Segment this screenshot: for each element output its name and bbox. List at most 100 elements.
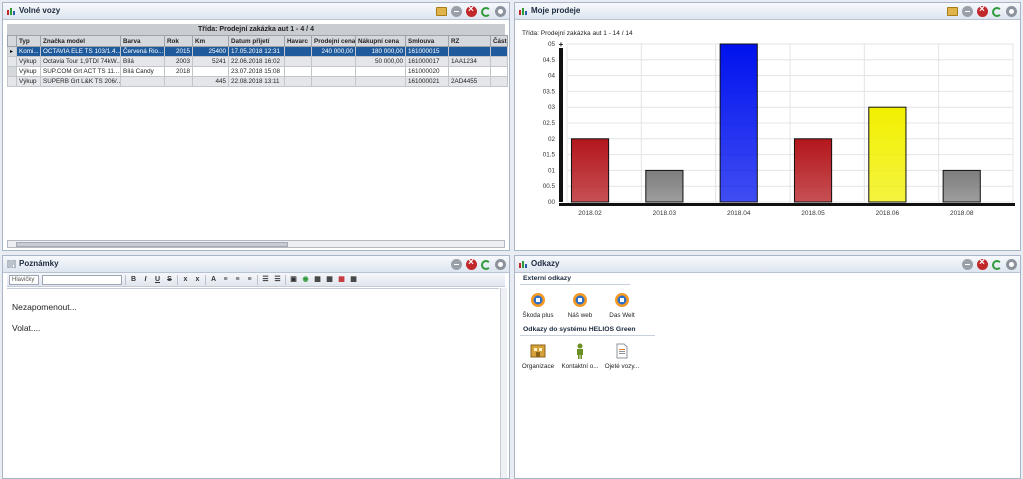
table-delete-icon[interactable]: ▦	[337, 275, 346, 284]
x-tick-label: 2018.02	[578, 210, 602, 217]
y-tick-label: 01	[548, 167, 556, 174]
font-color-icon[interactable]: A	[209, 275, 218, 284]
italic-icon[interactable]: I	[141, 275, 150, 284]
col-header[interactable]: Datum přijetí	[228, 35, 285, 47]
minimize-icon[interactable]	[962, 6, 973, 17]
y-tick-label: 00	[548, 199, 556, 206]
link-label: Kontaktní o...	[561, 363, 599, 370]
link-nas-web[interactable]: Náš web	[560, 292, 600, 319]
row-indicator	[7, 66, 17, 77]
refresh-icon[interactable]	[481, 7, 491, 17]
subscript-icon[interactable]: x	[181, 275, 190, 284]
bar	[793, 138, 833, 203]
font-select[interactable]	[42, 274, 122, 285]
col-header[interactable]: RZ	[448, 35, 491, 47]
table-cell: 1AA1234	[448, 56, 491, 67]
table-cell	[490, 56, 508, 67]
y-tick-label: 03.5	[543, 88, 556, 95]
col-header[interactable]: Smlouva	[405, 35, 449, 47]
table-cell	[490, 46, 508, 57]
horizontal-scrollbar[interactable]	[7, 240, 505, 248]
refresh-icon[interactable]	[992, 260, 1002, 270]
close-icon[interactable]	[466, 257, 477, 270]
organization-icon	[530, 344, 546, 358]
row-indicator	[7, 56, 17, 67]
y-tick-label: 00.5	[543, 183, 556, 190]
link-icon[interactable]: ◉	[301, 275, 310, 284]
select-all-header[interactable]	[7, 35, 17, 47]
link-das-welt[interactable]: Das Welt	[602, 292, 642, 319]
close-icon[interactable]	[977, 4, 988, 17]
table-icon[interactable]: ▦	[313, 275, 322, 284]
gear-icon[interactable]	[495, 6, 506, 17]
open-folder-icon[interactable]	[947, 7, 958, 16]
col-header[interactable]: Barva	[120, 35, 165, 47]
heading-select[interactable]: Hlavičky	[9, 274, 39, 285]
col-header[interactable]: Značka model	[40, 35, 121, 47]
scrollbar-thumb[interactable]	[16, 242, 288, 247]
table-insert-row-icon[interactable]: ▦	[325, 275, 334, 284]
link-kontaktni-osoby[interactable]: Kontaktní o...	[560, 343, 600, 370]
align-center-icon[interactable]: ≡	[233, 275, 242, 284]
align-right-icon[interactable]: ≡	[245, 275, 254, 284]
y-tick-label: 02.5	[543, 120, 556, 127]
underline-icon[interactable]: U	[153, 275, 162, 284]
gear-icon[interactable]	[1006, 6, 1017, 17]
col-header[interactable]: Částka	[490, 35, 508, 47]
table-cell: OCTAVIA ELE TS 103/1.4...	[40, 46, 121, 57]
note-editor[interactable]: Nezapomenout... Volat....	[7, 288, 499, 478]
refresh-icon[interactable]	[992, 7, 1002, 17]
divider	[520, 284, 630, 285]
x-axis-scrollbar	[559, 203, 1015, 206]
link-skoda-plus[interactable]: Škoda plus	[518, 292, 558, 319]
col-header[interactable]: Rok	[164, 35, 193, 47]
bold-icon[interactable]: B	[129, 275, 138, 284]
superscript-icon[interactable]: x	[193, 275, 202, 284]
open-folder-icon[interactable]	[436, 7, 447, 16]
zoom-out-icon: −	[559, 51, 564, 60]
strikethrough-icon[interactable]: S	[165, 275, 174, 284]
link-label: Náš web	[567, 312, 593, 319]
panel-volne-vozy: Volné vozy Třída: Prodejní zakázka aut 1…	[2, 2, 510, 251]
table-cell	[355, 66, 406, 77]
table-cell	[355, 76, 406, 87]
gear-icon[interactable]	[1006, 259, 1017, 270]
close-icon[interactable]	[977, 257, 988, 270]
table-row[interactable]: Výkup SUP.COM Grt ACT TS 11... Bílá Cand…	[7, 66, 508, 77]
bullet-list-icon[interactable]: ☰	[261, 275, 270, 284]
toolbar-separator	[205, 274, 206, 285]
y-tick-label: 05	[548, 41, 556, 48]
refresh-icon[interactable]	[481, 260, 491, 270]
col-header[interactable]: Nákupní cena	[355, 35, 406, 47]
zoom-in-icon: +	[559, 40, 564, 49]
close-icon[interactable]	[466, 4, 477, 17]
toolbar-separator	[125, 274, 126, 285]
col-header[interactable]: Typ	[16, 35, 41, 47]
col-header[interactable]: Havarc	[284, 35, 312, 47]
table-cell: 50 000,00	[355, 56, 406, 67]
table-cell	[490, 76, 508, 87]
image-icon[interactable]: ▣	[289, 275, 298, 284]
x-tick-label: 2018.06	[876, 210, 900, 217]
note-line: Nezapomenout...	[12, 302, 77, 312]
link-label: Škoda plus	[522, 312, 554, 319]
gear-icon[interactable]	[495, 259, 506, 270]
link-organizace[interactable]: Organizace	[518, 343, 558, 370]
minimize-icon[interactable]	[962, 259, 973, 270]
table-row[interactable]: Výkup Octavia Tour 1,9TDI 74kW... Bílá 2…	[7, 56, 508, 67]
col-header[interactable]: Km	[192, 35, 229, 47]
vertical-scrollbar[interactable]	[500, 288, 507, 478]
table-cell: Komi...	[16, 46, 41, 57]
y-tick-label: 04.5	[543, 57, 556, 64]
col-header[interactable]: Prodejní cena	[311, 35, 356, 47]
browser-icon	[531, 293, 545, 307]
table-props-icon[interactable]: ▦	[349, 275, 358, 284]
numbered-list-icon[interactable]: ☰	[273, 275, 282, 284]
link-ojete-vozy[interactable]: Ojeté vozy...	[602, 343, 642, 370]
table-row[interactable]: ▸ Komi... OCTAVIA ELE TS 103/1.4... Červ…	[7, 46, 508, 57]
minimize-icon[interactable]	[451, 259, 462, 270]
minimize-icon[interactable]	[451, 6, 462, 17]
align-left-icon[interactable]: ≡	[221, 275, 230, 284]
panel-header: Moje prodeje	[515, 3, 1020, 20]
table-row[interactable]: Výkup SUPERB Grt L&K TS 206/... 445 22.0…	[7, 76, 508, 87]
